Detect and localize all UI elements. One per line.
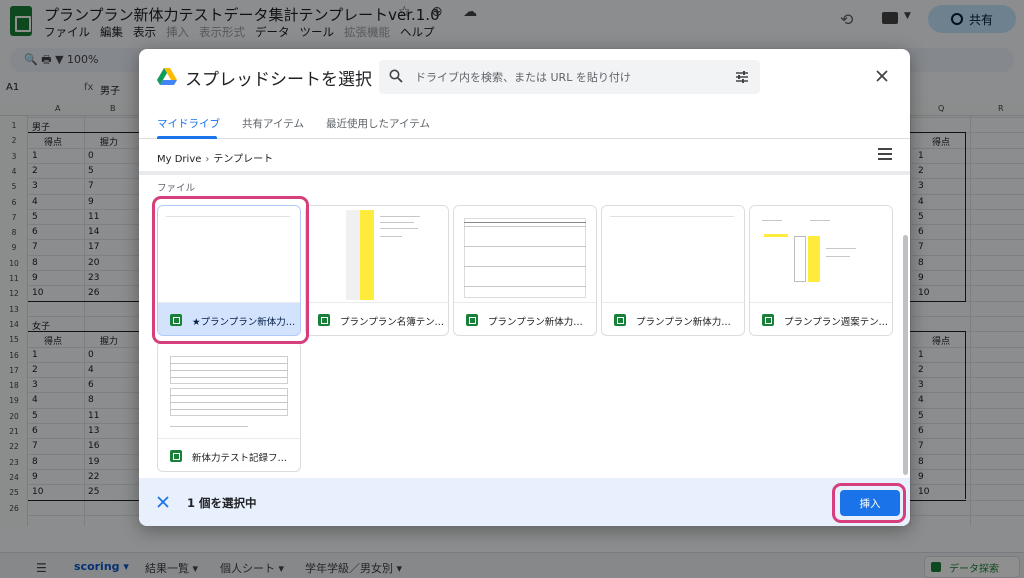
file-name: ★プランプラン新体力テストデータ集計テンプレートver.1.0 bbox=[192, 317, 296, 328]
dialog-tabs: マイドライブ 共有アイテム 最近使用したアイテム bbox=[139, 105, 910, 139]
selected-count: 1 個を選択中 bbox=[187, 496, 257, 510]
file-thumbnail bbox=[158, 206, 300, 302]
file-card[interactable]: プランプラン新体力テスト bbox=[601, 205, 745, 336]
file-card[interactable]: プランプラン新体力テスト集計 bbox=[453, 205, 597, 336]
file-name: プランプラン新体力テスト bbox=[636, 317, 740, 328]
search-icon[interactable] bbox=[389, 69, 403, 83]
chevron-right-icon: › bbox=[205, 154, 210, 165]
tab-shared[interactable]: 共有アイテム bbox=[242, 116, 304, 131]
file-card-footer: プランプラン名簿テンプレート bbox=[306, 302, 448, 335]
file-card-footer: プランプラン週案テンプレート bbox=[750, 302, 892, 335]
file-card-footer: ★プランプラン新体力テストデータ集計テンプレートver.1.0 bbox=[158, 302, 300, 335]
file-thumbnail bbox=[454, 206, 596, 302]
file-name: 新体力テスト記録フォーム bbox=[192, 453, 296, 464]
file-card-footer: プランプラン新体力テスト集計 bbox=[454, 302, 596, 335]
list-view-icon[interactable] bbox=[878, 148, 892, 160]
file-thumbnail bbox=[602, 206, 744, 302]
clear-selection-icon[interactable] bbox=[157, 496, 169, 508]
sheets-file-icon bbox=[170, 314, 182, 326]
tab-my-drive[interactable]: マイドライブ bbox=[157, 116, 220, 131]
tab-recent[interactable]: 最近使用したアイテム bbox=[326, 116, 430, 131]
sheets-file-icon bbox=[466, 314, 478, 326]
file-thumbnail bbox=[306, 206, 448, 302]
sheets-file-icon bbox=[318, 314, 330, 326]
breadcrumb-templates[interactable]: テンプレート bbox=[213, 154, 273, 165]
breadcrumb: My Drive › テンプレート bbox=[157, 150, 273, 165]
scrollbar[interactable] bbox=[903, 235, 908, 475]
file-card-footer: プランプラン新体力テスト bbox=[602, 302, 744, 335]
file-name: プランプラン週案テンプレート bbox=[784, 317, 888, 328]
file-card[interactable]: ★プランプラン新体力テストデータ集計テンプレートver.1.0 bbox=[157, 205, 301, 336]
dialog-title: スプレッドシートを選択 bbox=[185, 70, 372, 90]
active-tab-indicator bbox=[157, 136, 217, 139]
section-label-files: ファイル bbox=[157, 183, 196, 194]
search-box[interactable] bbox=[379, 60, 760, 94]
sheets-file-icon bbox=[170, 450, 182, 462]
file-card[interactable]: プランプラン週案テンプレート bbox=[749, 205, 893, 336]
search-options-icon[interactable] bbox=[735, 70, 749, 84]
insert-button[interactable]: 挿入 bbox=[840, 490, 900, 516]
search-input[interactable] bbox=[415, 60, 715, 94]
google-drive-icon bbox=[157, 68, 177, 85]
file-thumbnail bbox=[158, 342, 300, 438]
sheets-file-icon bbox=[762, 314, 774, 326]
selection-footer: 1 個を選択中 挿入 bbox=[139, 478, 910, 526]
file-card[interactable]: 新体力テスト記録フォーム bbox=[157, 341, 301, 472]
close-icon[interactable] bbox=[875, 69, 889, 83]
breadcrumb-my-drive[interactable]: My Drive bbox=[157, 154, 201, 165]
file-thumbnail bbox=[750, 206, 892, 302]
sheets-file-icon bbox=[614, 314, 626, 326]
file-card-footer: 新体力テスト記録フォーム bbox=[158, 438, 300, 471]
file-name: プランプラン名簿テンプレート bbox=[340, 317, 444, 328]
file-card[interactable]: プランプラン名簿テンプレート bbox=[305, 205, 449, 336]
content-divider bbox=[139, 171, 910, 175]
file-picker-dialog: スプレッドシートを選択 マイドライブ 共有アイテム 最近使用したアイテム My … bbox=[139, 49, 910, 526]
file-name: プランプラン新体力テスト集計 bbox=[488, 317, 592, 328]
